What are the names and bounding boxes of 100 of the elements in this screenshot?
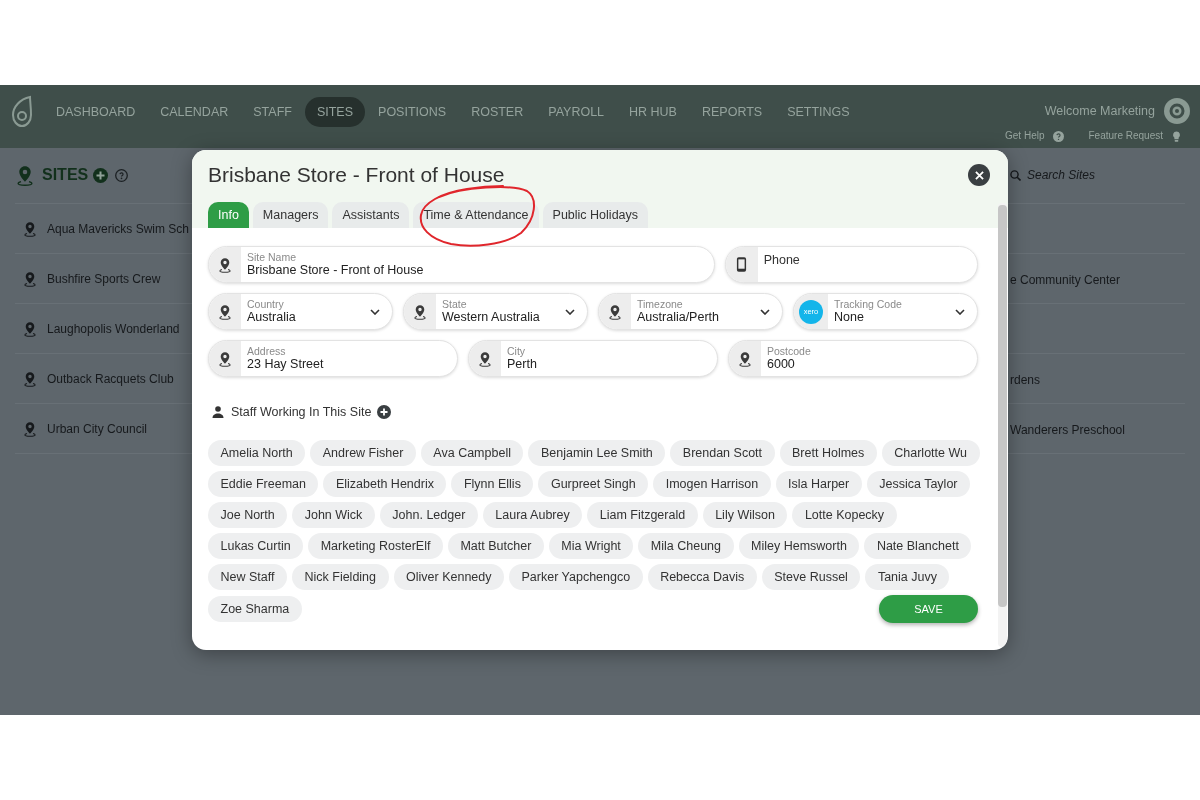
text-field[interactable]: City Perth [468, 340, 718, 377]
map-pin-icon [24, 420, 36, 437]
staff-tag: Mila Cheung [638, 533, 734, 559]
nav-item[interactable]: REPORTS [689, 97, 775, 127]
staff-tag: Oliver Kennedy [393, 564, 504, 590]
leaf-logo-icon[interactable] [10, 95, 34, 129]
save-button[interactable]: SAVE [879, 595, 978, 623]
select-field[interactable]: State Western Australia [403, 293, 588, 330]
site-name[interactable]: Laughopolis Wonderland [47, 321, 180, 336]
map-pin-icon [24, 220, 36, 237]
staff-tag: Nick Fielding [291, 564, 389, 590]
phone-field[interactable]: Phone [724, 246, 978, 283]
staff-tag: Flynn Ellis [451, 471, 534, 497]
welcome-text: Welcome Marketing [1044, 104, 1155, 118]
site-name[interactable]: Aqua Mavericks Swim Sch [47, 221, 190, 236]
text-field[interactable]: Site Name Brisbane Store - Front of House [208, 246, 715, 283]
staff-tag: Nate Blanchett [864, 533, 972, 559]
text-field[interactable]: Postcode 6000 [728, 340, 978, 377]
staff-tag: Parker Yapchengco [509, 564, 643, 590]
map-pin-icon [739, 350, 751, 367]
nav-item[interactable]: STAFF [241, 97, 304, 127]
tab[interactable]: Time & Attendance [413, 202, 539, 228]
staff-tag: Ava Campbell [420, 440, 524, 466]
close-icon [974, 170, 984, 180]
map-pin-icon [609, 303, 621, 320]
staff-tag: Lotte Kopecky [792, 502, 897, 528]
map-pin-icon [24, 320, 36, 337]
staff-tag: Mia Wright [548, 533, 634, 559]
add-icon[interactable] [93, 167, 109, 183]
site-name[interactable]: Outback Racquets Club [47, 371, 174, 386]
nav-item[interactable]: PAYROLL [536, 97, 617, 127]
select-field[interactable]: Country Australia [208, 293, 393, 330]
chevron-down-icon [760, 308, 770, 315]
site-name[interactable]: Urban City Council [47, 421, 148, 436]
staff-tag: Lukas Curtin [208, 533, 304, 559]
map-pin-icon [17, 164, 33, 186]
nav-item[interactable]: DASHBOARD [44, 97, 148, 127]
staff-tag: Matt Butcher [447, 533, 544, 559]
phone-icon [736, 256, 748, 273]
staff-tag: Isla Harper [775, 471, 862, 497]
nav-item[interactable]: SITES [304, 97, 366, 127]
staff-tag: Tania Juvy [865, 564, 950, 590]
map-pin-icon [219, 350, 231, 367]
map-pin-icon [24, 370, 36, 387]
staff-tag: Benjamin Lee Smith [528, 440, 666, 466]
nav-item[interactable]: HR HUB [617, 97, 689, 127]
staff-tag: Elizabeth Hendrix [323, 471, 447, 497]
chevron-down-icon [370, 308, 380, 315]
staff-tag: Laura Aubrey [482, 502, 583, 528]
staff-tag: Andrew Fisher [310, 440, 416, 466]
staff-tag: Brett Holmes [779, 440, 877, 466]
nav-item[interactable]: POSITIONS [366, 97, 459, 127]
map-pin-icon [24, 270, 36, 287]
tab[interactable]: Info [208, 202, 249, 228]
nav-item[interactable]: SETTINGS [775, 97, 862, 127]
staff-tag: Gurpreet Singh [538, 471, 649, 497]
dialog-title: Brisbane Store - Front of House [208, 163, 505, 187]
select-field[interactable]: Timezone Australia/Perth [598, 293, 783, 330]
feature-request-link[interactable]: Feature Request [1088, 130, 1182, 142]
site-name[interactable]: Bushfire Sports Crew [47, 271, 161, 286]
staff-tag: Eddie Freeman [208, 471, 319, 497]
page-title: SITES [42, 166, 89, 184]
staff-tag: Jessica Taylor [866, 471, 970, 497]
map-pin-icon [414, 303, 426, 320]
section-title: Staff Working In This Site [231, 405, 372, 419]
site-name[interactable]: Wanderers Preschool [1010, 422, 1125, 437]
chevron-down-icon [955, 308, 965, 315]
help-link[interactable]: Get Help [1005, 130, 1064, 142]
search-field[interactable]: Search Sites [1027, 168, 1167, 182]
add-icon[interactable] [377, 405, 392, 419]
staff-tag: John. Ledger [379, 502, 478, 528]
staff-tag: Charlotte Wu [881, 440, 980, 466]
ring-logo-icon[interactable] [1164, 98, 1190, 124]
person-icon [212, 406, 224, 418]
staff-tag: John Wick [292, 502, 375, 528]
search-icon [1010, 169, 1021, 181]
staff-tag: Marketing RosterElf [308, 533, 443, 559]
staff-tag: Lily Wilson [702, 502, 788, 528]
staff-tag: Rebecca Davis [647, 564, 757, 590]
close-button[interactable] [968, 164, 990, 186]
tab[interactable]: Public Holidays [542, 202, 649, 228]
tab[interactable]: Managers [252, 202, 329, 228]
site-name[interactable]: rdens [1010, 372, 1041, 387]
chevron-down-icon [565, 308, 575, 315]
nav-item[interactable]: CALENDAR [148, 97, 241, 127]
map-pin-icon [479, 350, 491, 367]
staff-tag: Amelia North [208, 440, 306, 466]
help-icon[interactable] [115, 168, 129, 182]
nav-item[interactable]: ROSTER [459, 97, 536, 127]
tab[interactable]: Assistants [332, 202, 410, 228]
staff-tag: Brendan Scott [670, 440, 775, 466]
help-icon [1052, 130, 1064, 142]
staff-tag: Joe North [208, 502, 288, 528]
staff-tag: Zoe Sharma [208, 596, 302, 622]
map-pin-icon [219, 303, 231, 320]
site-name[interactable]: e Community Center [1010, 272, 1121, 287]
lightbulb-icon [1171, 130, 1182, 142]
text-field[interactable]: Address 23 Hay Street [208, 340, 458, 377]
staff-tag: Miley Hemsworth [738, 533, 860, 559]
staff-tag: Steve Russel [761, 564, 861, 590]
